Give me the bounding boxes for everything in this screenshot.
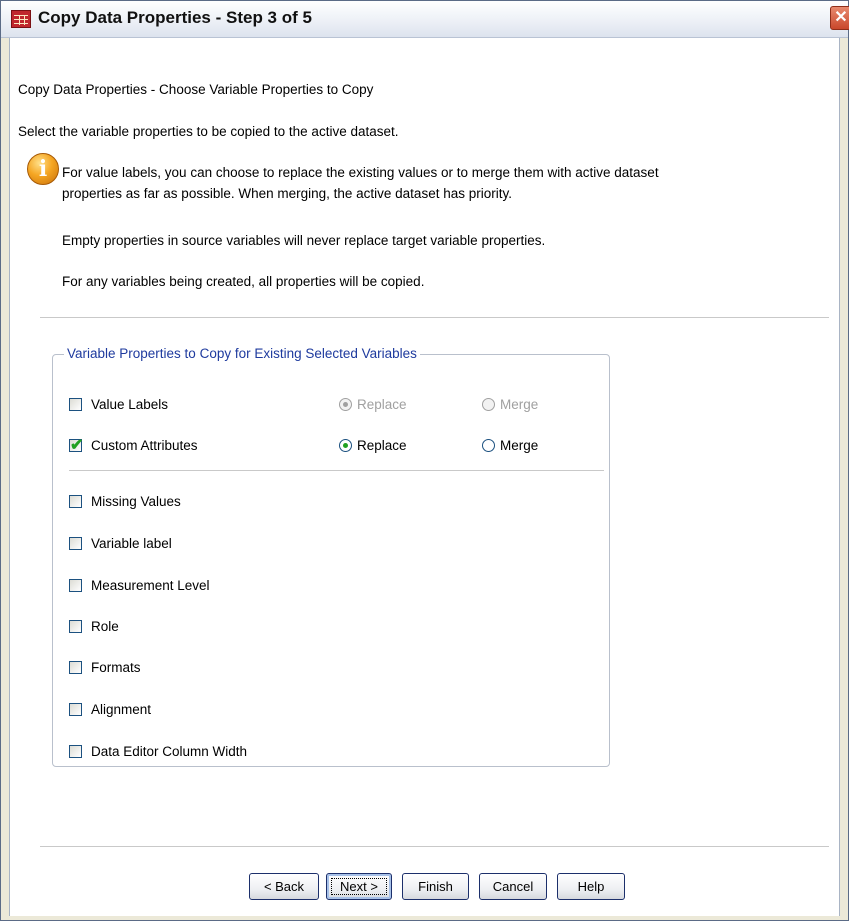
- value-labels-checkbox[interactable]: Value Labels: [69, 394, 168, 414]
- formats-checkbox[interactable]: Formats: [69, 657, 141, 677]
- checkbox-box[interactable]: [69, 578, 82, 592]
- missing-values-checkbox[interactable]: Missing Values: [69, 491, 181, 511]
- measurement-level-checkbox[interactable]: Measurement Level: [69, 575, 210, 595]
- checkbox-box[interactable]: [69, 397, 82, 411]
- info-text-line1: For value labels, you can choose to repl…: [62, 165, 659, 180]
- close-icon[interactable]: ✕: [830, 6, 849, 30]
- created-variables-note: For any variables being created, all pro…: [62, 274, 425, 289]
- missing-values-label: Missing Values: [91, 493, 181, 509]
- back-button[interactable]: < Back: [249, 873, 319, 900]
- cancel-button[interactable]: Cancel: [479, 873, 547, 900]
- custom-attributes-label: Custom Attributes: [91, 437, 198, 453]
- checkbox-box[interactable]: [69, 536, 82, 550]
- checkbox-box[interactable]: [69, 660, 82, 674]
- empty-properties-note: Empty properties in source variables wil…: [62, 233, 546, 248]
- checkmark-icon: ✔: [70, 436, 84, 454]
- custom-attributes-checkbox[interactable]: ✔ Custom Attributes: [69, 435, 198, 455]
- checkbox-box[interactable]: [69, 702, 82, 716]
- title-bar[interactable]: Copy Data Properties - Step 3 of 5 ✕: [1, 1, 849, 38]
- finish-button[interactable]: Finish: [402, 873, 469, 900]
- info-icon: i: [27, 153, 59, 185]
- next-button[interactable]: Next >: [326, 873, 392, 900]
- custom-attributes-merge-radio[interactable]: Merge: [482, 435, 538, 455]
- top-separator: [40, 317, 829, 319]
- step-heading: Copy Data Properties - Choose Variable P…: [18, 82, 374, 97]
- role-checkbox[interactable]: Role: [69, 616, 119, 636]
- data-editor-column-width-label: Data Editor Column Width: [91, 743, 248, 759]
- formats-label: Formats: [91, 659, 141, 675]
- value-labels-replace-radio[interactable]: Replace: [339, 394, 407, 414]
- value-labels-label: Value Labels: [91, 396, 169, 412]
- instruction-text: Select the variable properties to be cop…: [18, 124, 399, 139]
- alignment-checkbox[interactable]: Alignment: [69, 699, 151, 719]
- bottom-separator: [40, 846, 829, 848]
- custom-attributes-replace-radio[interactable]: Replace: [339, 435, 407, 455]
- group-separator: [69, 470, 604, 472]
- focus-ring: [331, 878, 387, 895]
- checkbox-box[interactable]: [69, 744, 82, 758]
- spss-data-grid-icon: [11, 10, 31, 28]
- merge-label: Merge: [500, 396, 539, 412]
- measurement-level-label: Measurement Level: [91, 577, 210, 593]
- checkbox-box[interactable]: [69, 494, 82, 508]
- value-labels-merge-radio[interactable]: Merge: [482, 394, 538, 414]
- window-title: Copy Data Properties - Step 3 of 5: [38, 8, 312, 27]
- merge-label: Merge: [500, 437, 539, 453]
- checkbox-box[interactable]: [69, 619, 82, 633]
- replace-label: Replace: [357, 396, 407, 412]
- variable-label-checkbox[interactable]: Variable label: [69, 533, 172, 553]
- data-editor-column-width-checkbox[interactable]: Data Editor Column Width: [69, 741, 247, 761]
- alignment-label: Alignment: [91, 701, 152, 717]
- help-button[interactable]: Help: [557, 873, 625, 900]
- info-text-line2: properties as far as possible. When merg…: [62, 186, 512, 201]
- variable-label-label: Variable label: [91, 535, 172, 551]
- groupbox-title: Variable Properties to Copy for Existing…: [64, 346, 420, 361]
- replace-label: Replace: [357, 437, 407, 453]
- role-label: Role: [91, 618, 119, 634]
- checkbox-box[interactable]: ✔: [69, 437, 83, 454]
